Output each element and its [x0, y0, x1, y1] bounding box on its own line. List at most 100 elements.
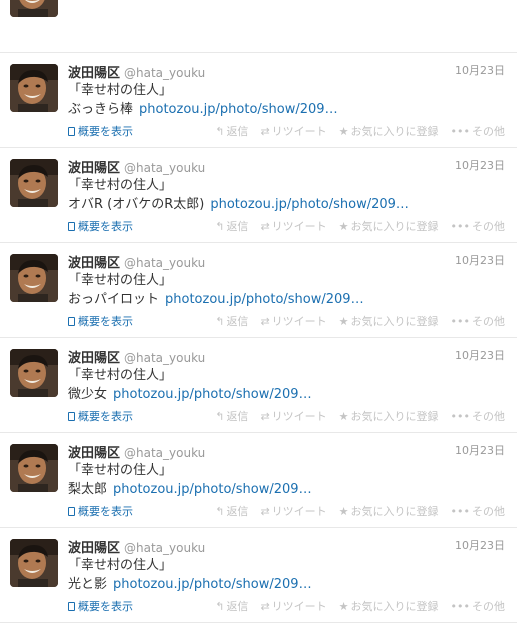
expand-link[interactable]: 概要を表示 [68, 218, 133, 234]
tweet-text: おっパイロット [68, 292, 160, 307]
more-label: その他 [472, 220, 505, 233]
reply-button[interactable]: ↰ 返信 [215, 505, 248, 518]
star-icon: ★ [338, 410, 349, 423]
photo-link[interactable]: photozou.jp/photo/show/209… [210, 197, 409, 212]
favorite-button[interactable]: ★ お気に入りに登録 [339, 505, 439, 518]
timestamp[interactable]: 10月23日 [455, 157, 505, 173]
more-button[interactable]: ••• その他 [451, 600, 505, 613]
fullname[interactable]: 波田陽区 [68, 66, 120, 81]
fullname[interactable]: 波田陽区 [68, 541, 120, 556]
avatar-icon[interactable] [10, 159, 58, 207]
favorite-button[interactable]: ★ お気に入りに登録 [339, 600, 439, 613]
photo-link[interactable]: photozou.jp/photo/show/209… [113, 387, 312, 402]
favorite-label: お気に入りに登録 [350, 315, 439, 328]
reply-label: 返信 [226, 600, 249, 613]
reply-icon: ↰ [215, 125, 225, 138]
more-button[interactable]: ••• その他 [451, 220, 505, 233]
photo-link[interactable]: photozou.jp/photo/show/209… [165, 292, 364, 307]
favorite-button[interactable]: ★ お気に入りに登録 [339, 220, 439, 233]
star-icon: ★ [338, 505, 349, 518]
tweet-text-line1: 「幸せ村の住人」 [68, 463, 173, 478]
reply-button[interactable]: ↰ 返信 [215, 125, 248, 138]
expand-link[interactable]: 概要を表示 [68, 123, 133, 139]
retweet-label: リツイート [271, 315, 327, 328]
retweet-button[interactable]: ⇄ リツイート [260, 505, 326, 518]
timestamp[interactable]: 10月23日 [455, 347, 505, 363]
retweet-button[interactable]: ⇄ リツイート [260, 315, 326, 328]
fullname[interactable]: 波田陽区 [68, 161, 120, 176]
reply-button[interactable]: ↰ 返信 [215, 600, 248, 613]
retweet-icon: ⇄ [260, 600, 270, 613]
retweet-label: リツイート [271, 220, 327, 233]
avatar-icon[interactable] [10, 349, 58, 397]
more-button[interactable]: ••• その他 [451, 505, 505, 518]
more-icon: ••• [450, 410, 470, 423]
expand-link[interactable]: 概要を表示 [68, 313, 133, 329]
reply-label: 返信 [226, 410, 249, 423]
document-icon [68, 507, 75, 516]
photo-link[interactable]: photozou.jp/photo/show/209… [139, 102, 338, 117]
more-icon: ••• [450, 505, 470, 518]
star-icon: ★ [338, 125, 349, 138]
more-label: その他 [472, 505, 505, 518]
reply-button[interactable]: ↰ 返信 [215, 410, 248, 423]
more-icon: ••• [450, 600, 470, 613]
retweet-button[interactable]: ⇄ リツイート [260, 220, 326, 233]
expand-link[interactable]: 概要を表示 [68, 503, 133, 519]
reply-button[interactable]: ↰ 返信 [215, 220, 248, 233]
expand-link[interactable]: 概要を表示 [68, 0, 133, 1]
reply-icon: ↰ [215, 410, 225, 423]
star-icon: ★ [338, 600, 349, 613]
favorite-button[interactable]: ★ お気に入りに登録 [339, 125, 439, 138]
timestamp[interactable]: 10月23日 [455, 442, 505, 458]
reply-button[interactable]: ↰ 返信 [215, 315, 248, 328]
retweet-button[interactable]: ⇄ リツイート [260, 410, 326, 423]
timestamp[interactable]: 10月23日 [455, 252, 505, 268]
fullname[interactable]: 波田陽区 [68, 351, 120, 366]
favorite-label: お気に入りに登録 [350, 220, 439, 233]
retweet-button[interactable]: ⇄ リツイート [260, 600, 326, 613]
fullname[interactable]: 波田陽区 [68, 256, 120, 271]
photo-link[interactable]: photozou.jp/photo/show/209… [113, 482, 312, 497]
avatar-icon[interactable] [10, 64, 58, 112]
expand-link[interactable]: 概要を表示 [68, 408, 133, 424]
retweet-button[interactable]: ⇄ リツイート [260, 125, 326, 138]
username[interactable]: @hata_youku [124, 66, 205, 80]
tweet-actions: ↰返信 ⇄リツイート ★お気に入りに登録 •••その他 [203, 598, 505, 614]
more-button[interactable]: ••• その他 [451, 125, 505, 138]
reply-icon: ↰ [215, 600, 225, 613]
username[interactable]: @hata_youku [124, 541, 205, 555]
favorite-button[interactable]: ★ お気に入りに登録 [339, 410, 439, 423]
username[interactable]: @hata_youku [124, 256, 205, 270]
tweet-item: 波田陽区 @hata_youku 10月23日 「幸せ村の住人」 光と影 photozou… [0, 528, 517, 623]
avatar-icon[interactable] [10, 254, 58, 302]
reply-label: 返信 [226, 220, 249, 233]
favorite-label: お気に入りに登録 [350, 600, 439, 613]
reply-icon: ↰ [215, 315, 225, 328]
tweet-text-line1: 「幸せ村の住人」 [68, 178, 173, 193]
more-button[interactable]: ••• その他 [451, 315, 505, 328]
tweet-text: 光と影 [68, 577, 108, 592]
favorite-button[interactable]: ★ お気に入りに登録 [339, 315, 439, 328]
expand-label: 概要を表示 [78, 315, 133, 328]
expand-link[interactable]: 概要を表示 [68, 598, 133, 614]
retweet-icon: ⇄ [260, 125, 270, 138]
more-label: その他 [472, 600, 505, 613]
document-icon [68, 602, 75, 611]
photo-link[interactable]: photozou.jp/photo/show/209… [113, 577, 312, 592]
tweet-actions: ↰返信 ⇄リツイート ★お気に入りに登録 •••その他 [203, 313, 505, 329]
username[interactable]: @hata_youku [124, 161, 205, 175]
avatar-icon[interactable] [10, 0, 58, 17]
timestamp[interactable]: 10月23日 [455, 62, 505, 78]
avatar-icon[interactable] [10, 539, 58, 587]
expand-label: 概要を表示 [78, 505, 133, 518]
retweet-icon: ⇄ [260, 505, 270, 518]
username[interactable]: @hata_youku [124, 351, 205, 365]
more-label: その他 [472, 125, 505, 138]
more-button[interactable]: ••• その他 [451, 410, 505, 423]
username[interactable]: @hata_youku [124, 446, 205, 460]
fullname[interactable]: 波田陽区 [68, 446, 120, 461]
timestamp[interactable]: 10月23日 [455, 537, 505, 553]
tweet-text: 梨太郎 [68, 482, 108, 497]
avatar-icon[interactable] [10, 444, 58, 492]
